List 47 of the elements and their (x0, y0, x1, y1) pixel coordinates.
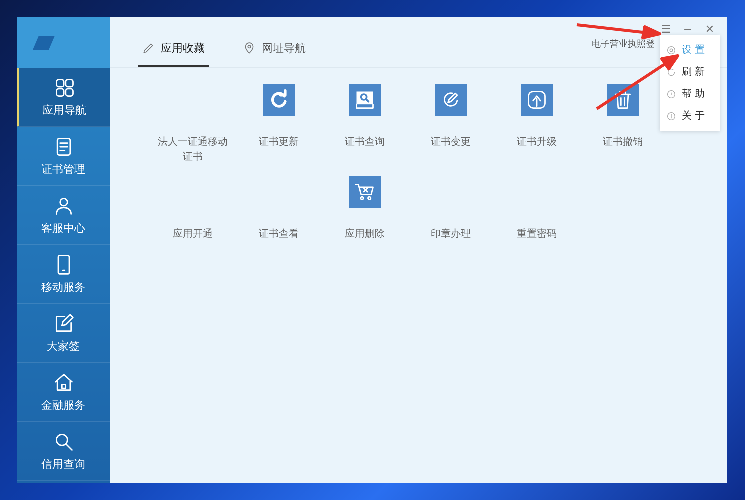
location-pin-icon (243, 42, 256, 55)
trash-tile[interactable] (607, 84, 639, 116)
sidebar-item[interactable]: 证书管理 (17, 127, 110, 186)
cart-icon (354, 181, 376, 203)
refresh-icon (666, 66, 677, 78)
menu-item[interactable]: 关 于 (660, 105, 720, 127)
sidebar-item[interactable]: 金融服务 (17, 363, 110, 422)
app-label[interactable]: 证书查询 (330, 135, 400, 150)
menu-item[interactable]: 设 置 (660, 39, 720, 61)
app-label[interactable]: 证书更新 (244, 135, 314, 150)
sidebar-item[interactable]: 客服中心 (17, 186, 110, 245)
house-icon (52, 372, 74, 394)
trash-icon (612, 89, 634, 111)
menu-item[interactable]: 刷 新 (660, 61, 720, 83)
cart-tile[interactable] (349, 176, 381, 208)
app-label[interactable]: 应用开通 (158, 227, 228, 242)
upload-icon (526, 89, 548, 111)
app-label[interactable]: 应用删除 (330, 227, 400, 242)
sidebar-item[interactable]: 大家签 (17, 304, 110, 363)
magnifier-icon (354, 89, 376, 111)
app-label[interactable]: 证书变更 (416, 135, 486, 150)
app-label[interactable]: 法人一证通移动证书 (158, 135, 228, 165)
grid-icon (54, 76, 76, 98)
app-label[interactable]: 证书查看 (244, 227, 314, 242)
app-label[interactable]: 证书撤销 (588, 135, 658, 150)
help-icon (666, 88, 677, 100)
nav-tab[interactable]: 应用收藏 (138, 41, 209, 67)
pen-icon (142, 42, 155, 55)
window-control[interactable]: ✕ (703, 23, 717, 36)
upload-tile[interactable] (521, 84, 553, 116)
header-link[interactable]: 电子营业执照登 (592, 38, 655, 51)
sidebar-item[interactable]: 应用导航 (17, 68, 110, 127)
app-label[interactable]: 证书升级 (502, 135, 572, 150)
window-control[interactable]: − (681, 23, 695, 36)
window-control[interactable]: ☰ (659, 23, 673, 36)
edit-circle-tile[interactable] (435, 84, 467, 116)
magnifier-tile[interactable] (349, 84, 381, 116)
gear-icon (666, 44, 677, 56)
sidebar-item[interactable]: 移动服务 (17, 245, 110, 304)
menu-item[interactable]: 帮 助 (660, 83, 720, 105)
app-label[interactable]: 重置密码 (502, 227, 572, 242)
info-icon (666, 110, 677, 122)
logo-icon (31, 34, 57, 52)
refresh-tile[interactable] (263, 84, 295, 116)
nav-tab[interactable]: 网址导航 (239, 41, 310, 67)
app-label[interactable]: 印章办理 (416, 227, 486, 242)
sidebar-item[interactable]: 信用查询 (17, 422, 110, 481)
